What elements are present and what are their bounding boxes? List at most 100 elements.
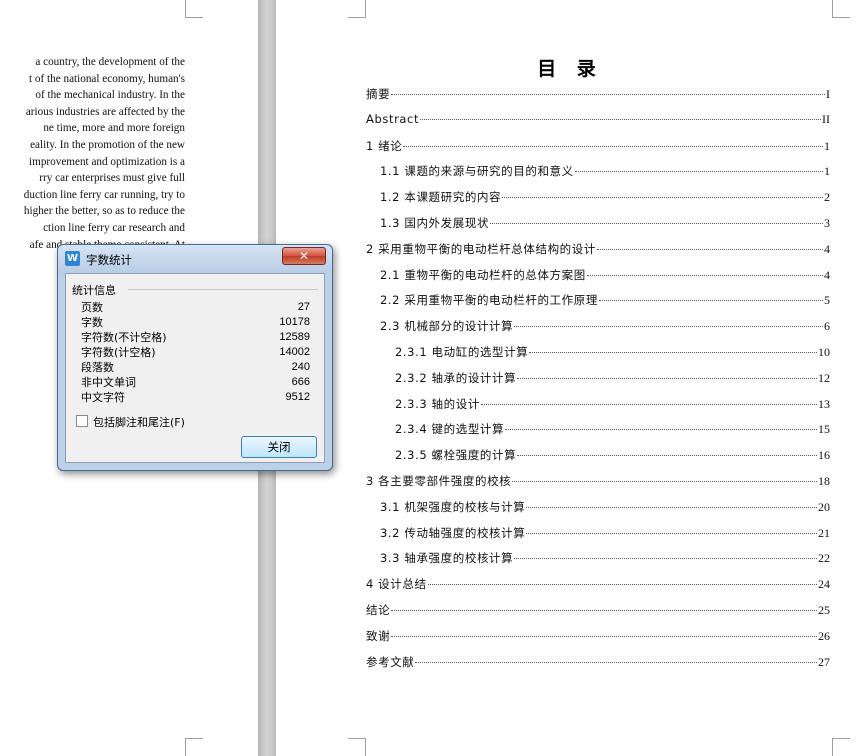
body-text-line: arious industries are affected by the (25, 105, 185, 118)
body-text-line: rry car enterprises must give full (39, 172, 185, 185)
toc-entry[interactable]: 2.3.5 螺栓强度的计算 16 (395, 447, 830, 463)
toc-leader-dots (514, 326, 823, 328)
toc-entry[interactable]: 结论 25 (366, 602, 830, 618)
toc-leader-dots (512, 481, 817, 482)
toc-entry[interactable]: 4 设计总结 24 (366, 576, 830, 592)
toc-entry-page: I (826, 87, 830, 101)
body-text-line: a country, the development of the (35, 56, 185, 68)
toc-entry-title: 3.2 传动轴强度的校核计算 (380, 525, 526, 540)
toc-leader-dots (490, 223, 823, 224)
stat-row: 非中文单词 666 (81, 375, 310, 390)
toc-entry-page: 24 (818, 577, 830, 592)
toc-leader-dots (403, 145, 823, 147)
toc-entry-page: 20 (818, 499, 830, 514)
stat-value: 10178 (279, 316, 310, 328)
toc-entry[interactable]: 参考文献 27 (366, 654, 830, 670)
toc-entry[interactable]: 3.2 传动轴强度的校核计算 21 (380, 525, 830, 541)
toc-leader-dots (480, 403, 817, 405)
close-icon[interactable]: ✕ (282, 247, 326, 265)
wps-writer-icon: W (65, 251, 80, 266)
toc-entry[interactable]: 1.1 课题的来源与研究的目的和意义 1 (380, 163, 830, 179)
toc-entry[interactable]: Abstract II (366, 112, 830, 128)
toc-entry-title: 1 绪论 (366, 138, 403, 153)
toc-entry-title: 2.1 重物平衡的电动栏杆的总体方案图 (380, 267, 586, 282)
toc-entry-title: 1.3 国内外发展现状 (380, 216, 490, 230)
toc-entry-title: 2.3.2 轴承的设计计算 (395, 370, 517, 385)
toc-entry[interactable]: 2.2 采用重物平衡的电动栏杆的工作原理 5 (380, 292, 830, 308)
toc-leader-dots (526, 506, 817, 508)
stat-row: 页数 27 (81, 300, 310, 315)
stat-value: 666 (291, 376, 310, 388)
toc-entry[interactable]: 1.3 国内外发展现状 3 (380, 215, 830, 231)
stat-label: 字数 (81, 316, 103, 329)
toc-leader-dots (502, 197, 823, 199)
toc-entry-page: 1 (824, 138, 830, 153)
close-button[interactable]: 关闭 (241, 436, 317, 458)
toc-entry[interactable]: 2.3.4 键的选型计算 15 (395, 421, 830, 437)
body-text-line: ction line ferry car research and (43, 222, 185, 234)
toc-entry-page: 5 (824, 293, 830, 308)
toc-entry[interactable]: 1 绪论 1 (366, 138, 830, 154)
dialog-titlebar[interactable]: W 字数统计 ✕ (58, 245, 332, 273)
toc-entry[interactable]: 摘要 I (366, 86, 830, 102)
body-text-line: ne time, more and more foreign (43, 122, 185, 135)
right-document-page: 目 录 摘要 I Abstract II 1 绪论 1 1.1 课题的来源与研究的目的和意义… (276, 0, 864, 756)
toc-entry[interactable]: 2.3.1 电动缸的选型计算 10 (395, 344, 830, 360)
include-footnotes-label[interactable]: 包括脚注和尾注(F) (93, 414, 185, 430)
page-corner-mark (832, 738, 850, 756)
toc-entry[interactable]: 3 各主要零部件强度的校核 18 (366, 473, 830, 489)
body-text-line: t of the national economy, human's (28, 72, 185, 85)
body-text-line: higher the better, so as to reduce the (23, 205, 185, 218)
page-corner-mark (185, 738, 203, 756)
stat-value: 14002 (279, 346, 310, 358)
toc-entry[interactable]: 2.3.2 轴承的设计计算 12 (395, 370, 830, 386)
toc-leader-dots (517, 377, 817, 379)
toc-leader-dots (598, 300, 823, 302)
body-text-line: duction line ferry car running, try to (23, 188, 185, 201)
group-divider (128, 289, 318, 290)
stat-row: 字数 10178 (81, 315, 310, 330)
include-footnotes-checkbox[interactable] (76, 415, 88, 427)
toc-entry-page: 10 (818, 345, 830, 359)
toc-entry[interactable]: 2.3 机械部分的设计计算 6 (380, 318, 830, 334)
toc-entry-page: 21 (818, 525, 830, 540)
toc-entry[interactable]: 2 采用重物平衡的电动栏杆总体结构的设计 4 (366, 241, 830, 257)
toc-entry[interactable]: 3.1 机架强度的校核与计算 20 (380, 499, 830, 515)
toc-entry-page: 27 (818, 654, 830, 669)
toc-leader-dots (529, 352, 817, 353)
toc-entry-title: Abstract (366, 111, 420, 126)
toc-entry-title: 2.3.5 螺栓强度的计算 (395, 448, 517, 463)
page-corner-mark (348, 0, 366, 18)
toc-leader-dots (596, 248, 823, 250)
toc-entry-title: 3 各主要零部件强度的校核 (366, 474, 512, 488)
toc-entry[interactable]: 3.3 轴承强度的校核计算 22 (380, 550, 830, 566)
toc-leader-dots (415, 661, 817, 663)
toc-entry[interactable]: 2.1 重物平衡的电动栏杆的总体方案图 4 (380, 267, 830, 283)
body-text-line: eality. In the promotion of the new (30, 139, 185, 151)
toc-leader-dots (391, 94, 825, 95)
stat-row: 字符数(计空格) 14002 (81, 345, 310, 360)
stat-row: 中文字符 9512 (81, 390, 310, 405)
toc-entry[interactable]: 致谢 26 (366, 628, 830, 644)
toc-entry-page: 16 (818, 448, 830, 463)
toc-title: 目 录 (537, 58, 603, 80)
toc-entry-page: 13 (818, 396, 830, 411)
toc-entry-page: 22 (818, 551, 830, 566)
stat-value: 12589 (279, 331, 310, 343)
stat-value: 9512 (285, 391, 310, 403)
stats-group-label: 统计信息 (72, 284, 116, 297)
toc-entry[interactable]: 2.3.3 轴的设计 13 (395, 396, 830, 412)
toc-entry[interactable]: 1.2 本课题研究的内容 2 (380, 189, 830, 205)
word-count-dialog: W 字数统计 ✕ 统计信息 页数 27 字数 10178 字符数(不计空格) 12589 字… (57, 244, 333, 471)
toc-entry-title: 结论 (366, 603, 391, 617)
toc-entry-page: 12 (818, 370, 830, 385)
stat-row: 字符数(不计空格) 12589 (81, 330, 310, 345)
stat-value: 27 (297, 301, 310, 313)
dialog-body: 统计信息 页数 27 字数 10178 字符数(不计空格) 12589 字符数(计空格) 14… (65, 273, 325, 463)
toc-entry-title: 2.3.4 键的选型计算 (395, 422, 505, 437)
page-corner-mark (348, 738, 366, 756)
dialog-title: 字数统计 (86, 253, 132, 267)
toc-entry-title: 参考文献 (366, 654, 415, 669)
toc-leader-dots (574, 171, 823, 173)
toc-entry-page: 6 (824, 319, 830, 334)
